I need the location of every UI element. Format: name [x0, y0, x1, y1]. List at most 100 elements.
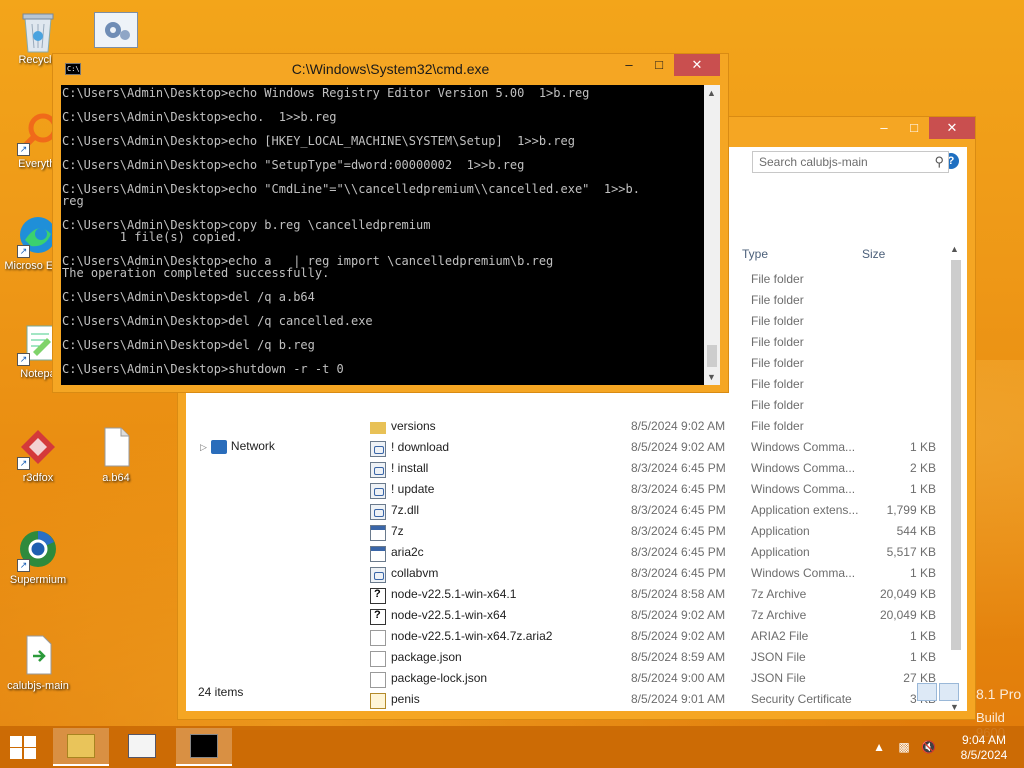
file-date: 8/5/2024 9:02 AM [631, 629, 726, 643]
cmd-window[interactable]: C:\ C:\Windows\System32\cmd.exe – □ ✕ C:… [52, 53, 729, 393]
search-icon[interactable]: ⚲ [934, 154, 944, 170]
file-date: 8/3/2024 6:45 PM [631, 566, 726, 580]
console-line: C:\Users\Admin\Desktop>echo "CmdLine"="\… [62, 182, 640, 196]
file-size: 20,049 KB [879, 608, 936, 622]
console-line: C:\Users\Admin\Desktop>shutdown -r -t 0 [62, 362, 344, 376]
script-file-icon [370, 462, 386, 478]
scrollbar-thumb[interactable] [951, 260, 961, 650]
file-date: 8/5/2024 9:02 AM [631, 440, 726, 454]
file-row[interactable]: node-v22.5.1-win-x64.1 8/5/2024 8:58 AM 7z… [186, 587, 966, 608]
file-name: node-v22.5.1-win-x64 [391, 608, 507, 622]
file-row[interactable]: package.json 8/5/2024 8:59 AM JSON File 1 K… [186, 650, 966, 671]
desktop-icon-a-b64[interactable]: a.b64 [81, 426, 151, 485]
file-date: 8/3/2024 6:45 PM [631, 482, 726, 496]
file-row[interactable]: node-v22.5.1-win-x64.7z.aria2 8/5/2024 9:… [186, 629, 966, 650]
file-size: 5,517 KB [886, 545, 936, 559]
file-type: Application [751, 545, 810, 559]
show-hidden-icons-icon[interactable]: ▲ [873, 740, 885, 754]
clock-date: 8/5/2024 [960, 748, 1008, 762]
clock-time: 9:04 AM [961, 733, 1007, 747]
start-button[interactable] [8, 734, 38, 760]
file-row-partial[interactable]: File folder [186, 398, 966, 419]
file-row[interactable]: aria2c 8/3/2024 6:45 PM Application 5,517 K… [186, 545, 966, 566]
close-button[interactable]: ✕ [674, 54, 720, 76]
file-type: File folder [751, 377, 804, 391]
close-button[interactable]: ✕ [929, 117, 975, 139]
desktop-icon-calubjs-main[interactable]: calubjs-main [3, 634, 73, 693]
r3dfox-browser-icon: ↗ [17, 426, 59, 470]
file-date: 8/3/2024 6:45 PM [631, 503, 726, 517]
console-line: C:\Users\Admin\Desktop>echo Windows Regi… [62, 86, 590, 100]
details-view-button[interactable] [917, 683, 937, 701]
script-file-icon [370, 504, 386, 520]
file-row[interactable]: 7z 8/3/2024 6:45 PM Application 544 KB [186, 524, 966, 545]
scroll-up-arrow-icon[interactable]: ▲ [707, 88, 716, 98]
recycle-bin-icon [17, 8, 59, 53]
minimize-button[interactable]: – [614, 54, 644, 76]
file-row[interactable]: collabvm 8/3/2024 6:45 PM Windows Comma...… [186, 566, 966, 587]
desktop-icon-label: a.b64 [102, 472, 130, 484]
network-status-icon[interactable]: ▩ [898, 740, 909, 754]
system-settings-icon [94, 12, 138, 48]
file-type: File folder [751, 314, 804, 328]
scroll-up-arrow-icon[interactable]: ▲ [950, 244, 959, 254]
desktop-icon-r3dfox[interactable]: ↗ r3dfox [3, 426, 73, 485]
file-row[interactable]: 7z.dll 8/3/2024 6:45 PM Application extens… [186, 503, 966, 524]
shortcut-arrow-icon: ↗ [17, 353, 30, 366]
column-header-type[interactable]: Type [742, 247, 768, 261]
maximize-button[interactable]: □ [899, 117, 929, 139]
volume-muted-icon[interactable]: 🔇 [921, 740, 936, 754]
script-file-icon [370, 441, 386, 457]
script-file-icon [370, 483, 386, 499]
taskbar-clock[interactable]: 9:04 AM 8/5/2024 [954, 733, 1014, 763]
scroll-down-arrow-icon[interactable]: ▼ [707, 372, 716, 382]
desktop-icon-label: r3dfox [22, 472, 54, 484]
file-type: File folder [751, 419, 804, 433]
console-line: C:\Users\Admin\Desktop>echo "SetupType"=… [62, 158, 525, 172]
console-line: reg [62, 194, 84, 208]
desktop-icon-label: Supermium [9, 574, 67, 586]
desktop-icon-supermium[interactable]: ↗ Supermium [3, 528, 73, 587]
file-name: ! install [391, 461, 429, 475]
minimize-button[interactable]: – [869, 117, 899, 139]
taskbar-system-info[interactable] [114, 728, 170, 766]
file-type: 7z Archive [751, 608, 807, 622]
taskbar-command-prompt[interactable] [176, 728, 232, 766]
console-line: The operation completed successfully. [62, 266, 330, 280]
desktop-icon-system-settings[interactable] [81, 12, 151, 52]
scrollbar-thumb[interactable] [707, 345, 717, 367]
search-placeholder: Search calubjs-main [759, 155, 868, 169]
console-scrollbar[interactable]: ▲ ▼ [704, 85, 720, 385]
file-list-scrollbar[interactable]: ▲ ▼ [949, 242, 963, 712]
file-name: node-v22.5.1-win-x64.1 [391, 587, 517, 601]
maximize-button[interactable]: □ [644, 54, 674, 76]
file-row[interactable]: ! install 8/3/2024 6:45 PM Windows Comma..… [186, 461, 966, 482]
file-row[interactable]: package-lock.json 8/5/2024 9:00 AM JSON Fi… [186, 671, 966, 692]
file-row[interactable]: versions 8/5/2024 9:02 AM File folder [186, 419, 966, 440]
file-date: 8/5/2024 9:01 AM [631, 692, 726, 706]
file-name: package.json [391, 650, 462, 664]
file-size: 1 KB [909, 629, 936, 643]
taskbar-file-explorer[interactable] [53, 728, 109, 766]
file-size: 1 KB [909, 650, 936, 664]
file-date: 8/3/2024 6:45 PM [631, 545, 726, 559]
column-header-size[interactable]: Size [862, 247, 885, 261]
file-name: 7z [391, 524, 404, 538]
file-row[interactable]: ! download 8/5/2024 9:02 AM Windows Comma.… [186, 440, 966, 461]
app-file-icon [370, 546, 386, 562]
json-file-icon [370, 672, 386, 688]
console-line: C:\Users\Admin\Desktop>echo. 1>>b.reg [62, 110, 337, 124]
console-output[interactable]: C:\Users\Admin\Desktop>echo Windows Regi… [61, 85, 704, 385]
file-type: Windows Comma... [751, 482, 856, 496]
file-type: JSON File [751, 650, 806, 664]
file-type: Windows Comma... [751, 566, 856, 580]
file-type: File folder [751, 356, 804, 370]
search-input[interactable]: Search calubjs-main ⚲ [752, 151, 949, 173]
scroll-down-arrow-icon[interactable]: ▼ [950, 702, 959, 712]
command-prompt-icon [190, 734, 218, 758]
file-name: node-v22.5.1-win-x64.7z.aria2 [391, 629, 553, 643]
file-row[interactable]: node-v22.5.1-win-x64 8/5/2024 9:02 AM 7z A… [186, 608, 966, 629]
cmd-titlebar[interactable]: C:\ C:\Windows\System32\cmd.exe – □ ✕ [53, 54, 728, 84]
file-row[interactable]: penis 8/5/2024 9:01 AM Security Certificat… [186, 692, 966, 713]
file-row[interactable]: ! update 8/3/2024 6:45 PM Windows Comma...… [186, 482, 966, 503]
